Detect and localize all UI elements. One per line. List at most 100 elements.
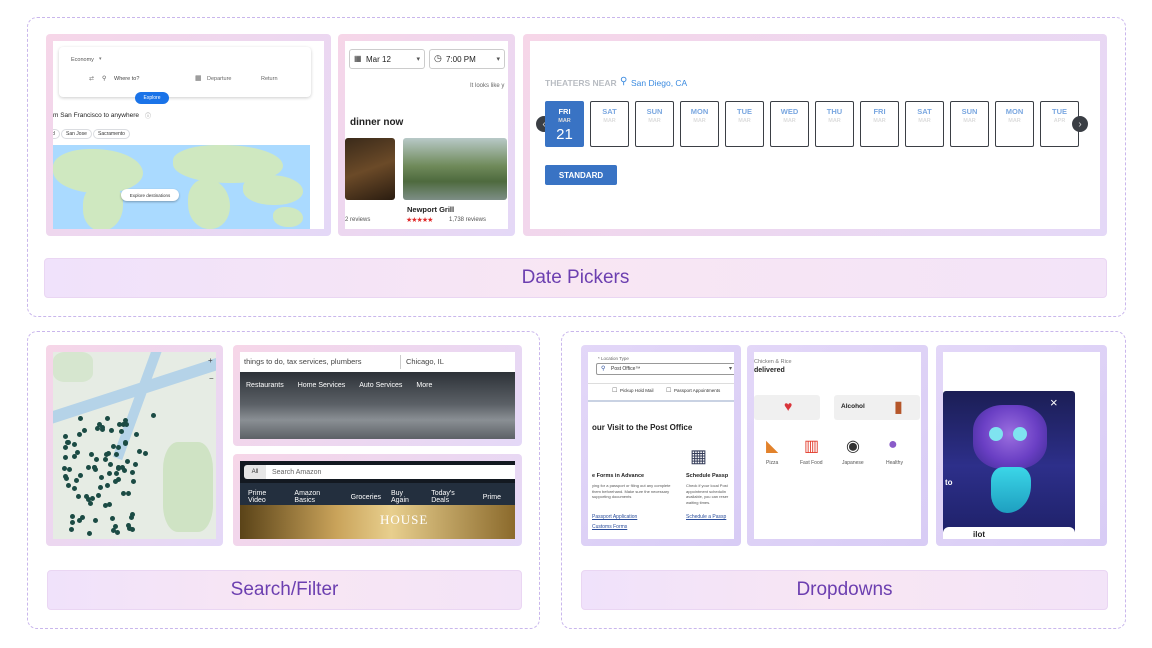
restaurant-photo[interactable] — [345, 138, 395, 200]
result-marker[interactable] — [108, 461, 114, 467]
result-marker[interactable] — [93, 457, 99, 463]
customs-forms-link[interactable]: Customs Forms — [592, 524, 627, 530]
class-select[interactable]: Economy — [71, 57, 94, 63]
department-select[interactable]: All — [244, 465, 266, 479]
category-tile-alcohol[interactable]: Alcohol ▮ — [834, 395, 920, 420]
zoom-out-icon[interactable]: − — [209, 374, 214, 383]
result-marker[interactable] — [69, 519, 75, 525]
nav-buy-again[interactable]: Buy Again — [391, 490, 421, 504]
result-marker[interactable] — [72, 442, 78, 448]
close-icon[interactable]: × — [1050, 395, 1058, 410]
result-marker[interactable] — [109, 516, 115, 522]
schedule-passport-link[interactable]: Schedule a Passp — [686, 514, 726, 520]
explore-button[interactable]: Explore — [135, 92, 169, 104]
result-marker[interactable] — [98, 475, 104, 481]
filter-chip[interactable]: d — [53, 129, 60, 139]
date-sun-23[interactable]: SUN MAR 23 — [635, 101, 674, 147]
result-marker[interactable] — [114, 451, 120, 457]
result-marker[interactable] — [150, 412, 156, 418]
date-tue-25[interactable]: TUE MAR 25 — [725, 101, 764, 147]
category-tile[interactable]: ♥ — [754, 395, 820, 420]
nav-home-services[interactable]: Home Services — [298, 382, 345, 389]
result-marker[interactable] — [74, 478, 80, 484]
result-marker[interactable] — [76, 494, 82, 500]
result-marker[interactable] — [77, 518, 83, 524]
next-arrow-icon[interactable]: › — [1072, 116, 1088, 132]
checkbox-icon[interactable]: ☐ — [666, 387, 671, 394]
find-input[interactable]: things to do, tax services, plumbers — [244, 357, 362, 366]
nav-todays-deals[interactable]: Today's Deals — [431, 490, 473, 504]
result-marker[interactable] — [89, 451, 95, 457]
result-marker[interactable] — [61, 466, 67, 472]
result-marker[interactable] — [86, 464, 92, 470]
result-marker[interactable] — [63, 434, 69, 440]
result-marker[interactable] — [130, 478, 136, 484]
result-marker[interactable] — [124, 459, 130, 465]
standard-button[interactable]: STANDARD — [545, 165, 617, 185]
result-marker[interactable] — [99, 426, 105, 432]
nav-auto-services[interactable]: Auto Services — [359, 382, 402, 389]
result-marker[interactable] — [106, 502, 112, 508]
result-marker[interactable] — [123, 422, 129, 428]
result-marker[interactable] — [130, 470, 136, 476]
result-marker[interactable] — [97, 485, 103, 491]
date-fri-21[interactable]: FRI MAR 21 — [545, 101, 584, 147]
city-link[interactable]: San Diego, CA — [631, 78, 687, 88]
result-marker[interactable] — [72, 486, 78, 492]
result-marker[interactable] — [122, 468, 128, 474]
date-sat-22[interactable]: SAT MAR 22 — [590, 101, 629, 147]
pizza-icon[interactable]: ◣ — [766, 436, 778, 456]
date-wed-26[interactable]: WED MAR 26 — [770, 101, 809, 147]
result-marker[interactable] — [93, 518, 99, 524]
result-marker[interactable] — [130, 527, 136, 533]
amazon-search-input[interactable]: Search Amazon — [266, 465, 515, 479]
date-mon-24[interactable]: MON MAR 24 — [680, 101, 719, 147]
explore-destinations-button[interactable]: Explore destinations — [121, 189, 179, 201]
result-marker[interactable] — [130, 511, 136, 517]
time-select[interactable]: ◷ 7:00 PM ▾ — [429, 49, 505, 69]
result-marker[interactable] — [125, 522, 131, 528]
result-marker[interactable] — [67, 466, 73, 472]
filter-chip-sacramento[interactable]: Sacramento — [93, 129, 130, 139]
nav-prime-video[interactable]: Prime Video — [248, 490, 284, 504]
nav-more[interactable]: More — [416, 382, 432, 389]
result-marker[interactable] — [116, 477, 122, 483]
result-marker[interactable] — [66, 482, 72, 488]
result-marker[interactable] — [71, 454, 77, 460]
result-marker[interactable] — [75, 449, 80, 455]
date-sun-30[interactable]: SUN MAR 30 — [950, 101, 989, 147]
result-marker[interactable] — [103, 457, 109, 463]
nav-groceries[interactable]: Groceries — [351, 494, 381, 501]
result-marker[interactable] — [77, 432, 83, 438]
result-marker[interactable] — [86, 530, 92, 536]
departure-input[interactable]: Departure — [207, 76, 231, 82]
checkbox-icon[interactable]: ☐ — [612, 387, 617, 394]
result-marker[interactable] — [112, 523, 118, 529]
fast-food-icon[interactable]: ▥ — [804, 436, 819, 456]
result-marker[interactable] — [136, 448, 142, 454]
result-marker[interactable] — [142, 450, 148, 456]
result-marker[interactable] — [126, 491, 132, 497]
date-sat-29[interactable]: SAT MAR 29 — [905, 101, 944, 147]
result-marker[interactable] — [114, 530, 120, 536]
healthy-icon[interactable]: ● — [888, 436, 898, 454]
nav-prime[interactable]: Prime — [483, 494, 501, 501]
nav-amazon-basics[interactable]: Amazon Basics — [294, 490, 340, 504]
world-map[interactable]: Explore destinations — [53, 145, 310, 229]
result-marker[interactable] — [114, 471, 120, 477]
passport-application-link[interactable]: Passport Application — [592, 514, 637, 520]
result-marker[interactable] — [62, 473, 68, 479]
result-marker[interactable] — [132, 462, 138, 468]
result-marker[interactable] — [69, 514, 75, 520]
date-fri-28[interactable]: FRI MAR 28 — [860, 101, 899, 147]
result-marker[interactable] — [81, 428, 87, 434]
restaurant-photo[interactable] — [403, 138, 507, 200]
result-marker[interactable] — [134, 432, 140, 438]
result-marker[interactable] — [78, 472, 84, 478]
filter-chip-san-jose[interactable]: San Jose — [61, 129, 92, 139]
restaurant-name[interactable]: Newport Grill — [407, 205, 454, 214]
date-thu-27[interactable]: THU MAR 27 — [815, 101, 854, 147]
result-marker[interactable] — [95, 493, 101, 499]
result-marker[interactable] — [63, 445, 69, 451]
result-marker[interactable] — [109, 427, 115, 433]
